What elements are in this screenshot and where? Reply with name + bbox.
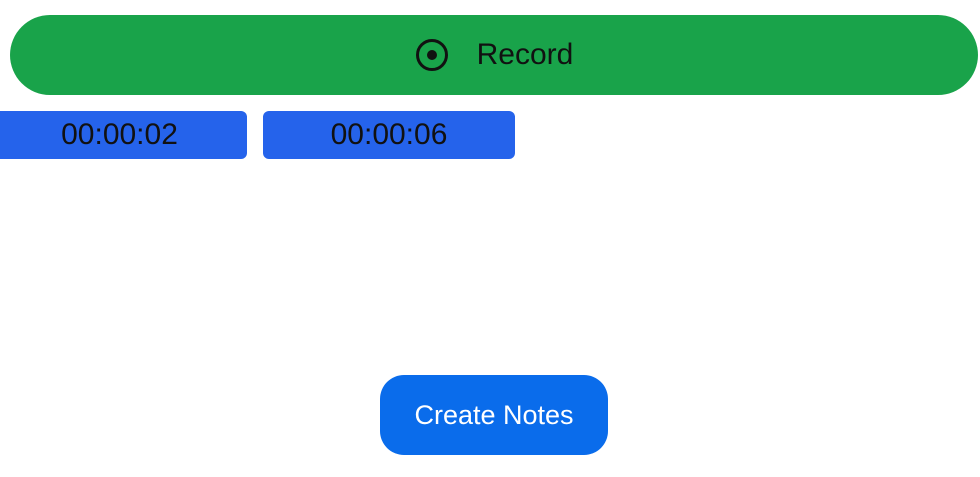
recorder-page: Record 00:00:02 00:00:06 Create Notes [0,0,980,477]
record-label: Record [476,38,574,71]
recording-clip[interactable]: 00:00:06 [263,111,515,159]
clip-timestamp: 00:00:06 [330,118,448,151]
record-button[interactable]: Record [10,15,978,95]
create-notes-label: Create Notes [414,399,574,430]
recording-clip[interactable]: 00:00:02 [0,111,247,159]
record-icon [415,38,449,72]
create-notes-button[interactable]: Create Notes [380,375,608,455]
clip-timestamp: 00:00:02 [61,118,178,151]
